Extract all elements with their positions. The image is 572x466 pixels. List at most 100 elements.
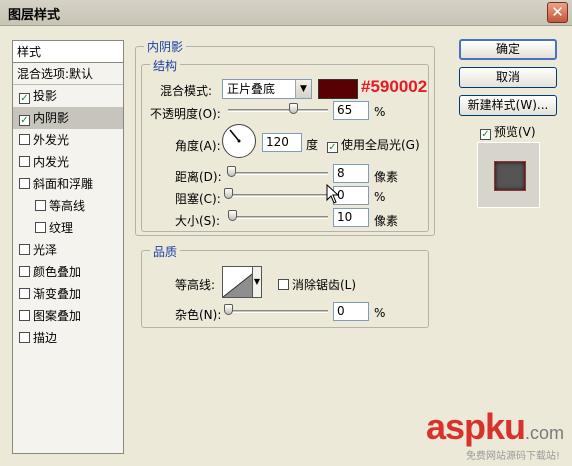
style-item-label: 颜色叠加 [33,265,82,279]
style-item-label: 图案叠加 [33,309,82,323]
style-item[interactable]: 图案叠加 [13,305,123,327]
preview-row[interactable]: ✓ 预览(V) [480,123,536,140]
size-slider-track[interactable] [228,216,328,219]
style-item-label: 光泽 [33,243,58,257]
preview-sample [494,161,526,191]
blend-mode-value: 正片叠底 [227,82,276,96]
style-item-checkbox[interactable] [35,200,46,211]
style-item[interactable]: ✓ 投影 [13,85,123,107]
noise-label: 杂色(N): [175,308,222,322]
global-light-label: 使用全局光(G) [341,138,420,152]
anti-alias-label: 消除锯齿(L) [292,278,357,292]
style-item-label: 描边 [33,331,58,345]
style-item-checkbox[interactable] [35,222,46,233]
watermark-sub: 免费网站源码下载站! [465,451,560,462]
opacity-slider-thumb[interactable] [289,103,298,114]
style-list: 样式 混合选项:默认 ✓ 投影 ✓ 内阴影 外发光 内发光 斜面和浮雕 等高线 纹理 光泽 颜色叠加… [12,40,124,454]
angle-label: 角度(A): [175,139,221,153]
style-item-checkbox[interactable] [19,288,30,299]
angle-dial[interactable] [222,124,256,158]
close-button[interactable]: ✕ [547,2,568,23]
shadow-color-swatch[interactable] [318,79,358,99]
style-item-label: 投影 [33,89,58,103]
opacity-slider-track[interactable] [228,109,328,112]
style-item-checkbox[interactable] [19,244,30,255]
anti-alias-row[interactable]: 消除锯齿(L) [278,276,356,293]
distance-unit: 像素 [374,170,399,184]
window-title: 图层样式 [8,8,61,23]
chevron-down-icon: ▼ [295,80,311,98]
style-item-label: 等高线 [49,199,86,213]
style-item[interactable]: 内发光 [13,151,123,173]
choke-slider-track[interactable] [228,194,328,197]
structure-title: 结构 [150,57,181,74]
distance-input[interactable]: 8 [333,164,369,183]
noise-slider-track[interactable] [228,310,328,313]
distance-slider-thumb[interactable] [227,166,236,177]
size-slider-thumb[interactable] [228,210,237,221]
angle-input[interactable]: 120 [262,133,302,152]
new-style-button[interactable]: 新建样式(W)... [459,95,557,116]
style-item-label: 纹理 [49,221,74,235]
style-item-checkbox[interactable] [19,310,30,321]
contour-label: 等高线: [175,278,216,292]
style-preview [477,142,540,208]
style-item-label: 外发光 [33,133,70,147]
global-light-checkbox[interactable]: ✓ [327,142,338,153]
quality-title: 品质 [150,243,181,260]
ok-button[interactable]: 确定 [459,39,557,60]
style-item-checkbox[interactable] [19,178,30,189]
contour-dropdown-arrow[interactable]: ▼ [252,266,262,298]
size-label: 大小(S): [175,214,221,228]
angle-unit: 度 [306,138,319,152]
preview-checkbox[interactable]: ✓ [480,129,491,140]
close-icon: ✕ [551,3,564,21]
style-item[interactable]: ✓ 内阴影 [13,107,123,129]
style-item-label: 斜面和浮雕 [33,177,94,191]
style-item[interactable]: 纹理 [13,217,123,239]
style-item[interactable]: 颜色叠加 [13,261,123,283]
distance-slider-track[interactable] [228,172,328,175]
style-item-checkbox[interactable] [19,266,30,277]
choke-label: 阻塞(C): [175,192,221,206]
blend-mode-label: 混合模式: [160,84,213,98]
global-light-checkbox-row[interactable]: ✓ 使用全局光(G) [327,136,420,153]
distance-label: 距离(D): [175,170,222,184]
style-item-label: 内阴影 [33,111,70,125]
title-bar: 图层样式 ✕ [0,0,572,26]
style-item[interactable]: 外发光 [13,129,123,151]
style-item-checkbox[interactable]: ✓ [19,93,30,104]
style-item-checkbox[interactable] [19,134,30,145]
style-item-label: 渐变叠加 [33,287,82,301]
watermark-logo: aspku.com [426,406,564,448]
opacity-unit: % [374,105,386,119]
size-input[interactable]: 10 [333,208,369,227]
noise-input[interactable]: 0 [333,302,369,321]
watermark-main: aspku [425,406,526,447]
opacity-label: 不透明度(O): [150,107,221,121]
angle-needle-icon [229,129,241,143]
choke-slider-thumb[interactable] [224,188,233,199]
color-hex-annotation: #590002 [361,77,428,96]
style-item[interactable]: 斜面和浮雕 [13,173,123,195]
style-item[interactable]: 等高线 [13,195,123,217]
cancel-button[interactable]: 取消 [459,67,557,88]
style-item-checkbox[interactable]: ✓ [19,115,30,126]
blend-mode-select[interactable]: 正片叠底 ▼ [222,79,312,99]
style-item[interactable]: 渐变叠加 [13,283,123,305]
choke-unit: % [374,190,386,204]
noise-unit: % [374,306,386,320]
style-list-header[interactable]: 样式 [13,41,123,63]
inner-shadow-title: 内阴影 [144,38,187,55]
blend-options-item[interactable]: 混合选项:默认 [13,63,123,85]
opacity-input[interactable]: 65 [333,101,369,120]
chevron-down-icon: ▼ [253,277,261,286]
style-item-label: 内发光 [33,155,70,169]
style-item[interactable]: 描边 [13,327,123,349]
style-item-checkbox[interactable] [19,156,30,167]
size-unit: 像素 [374,214,399,228]
style-item-checkbox[interactable] [19,332,30,343]
anti-alias-checkbox[interactable] [278,279,289,290]
style-item[interactable]: 光泽 [13,239,123,261]
noise-slider-thumb[interactable] [224,304,233,315]
